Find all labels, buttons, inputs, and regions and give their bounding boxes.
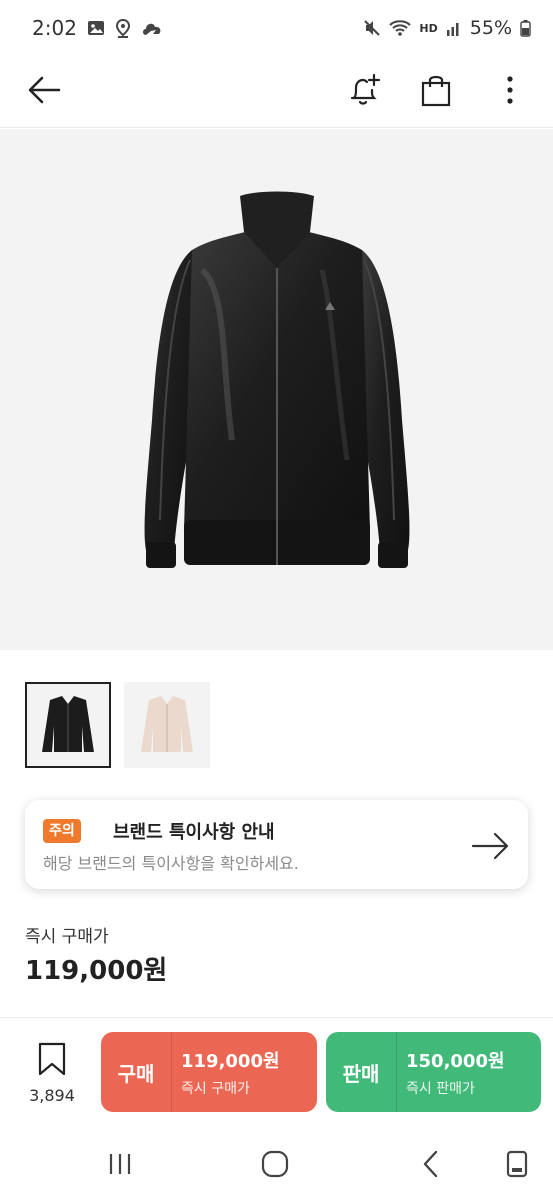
sell-button[interactable]: 판매 150,000원 즉시 판매가 <box>326 1032 541 1112</box>
system-nav-bar <box>0 1130 553 1200</box>
cloud-icon <box>141 19 163 37</box>
product-page: 2:02 HD 55% 주의 브랜드 특이사항 안내 해당 브랜드의 특이사항을… <box>0 0 553 1200</box>
jacket-image <box>144 191 409 568</box>
sell-amount: 150,000원 <box>406 1050 505 1072</box>
battery-percent: 55% <box>469 17 512 39</box>
thumbnail-beige-jacket[interactable] <box>124 682 210 768</box>
recents-icon[interactable] <box>98 1144 142 1184</box>
buy-amount: 119,000원 <box>181 1050 280 1072</box>
shopping-bag-icon[interactable] <box>414 68 458 112</box>
sell-kind: 판매 <box>326 1032 397 1112</box>
wifi-icon <box>389 19 412 37</box>
more-vert-icon[interactable] <box>490 68 530 112</box>
product-image[interactable] <box>0 129 553 650</box>
buy-sub: 즉시 구매가 <box>181 1080 250 1097</box>
mute-icon <box>363 19 381 37</box>
battery-icon <box>520 19 531 37</box>
signal-icon <box>446 19 462 37</box>
back-arrow-icon[interactable] <box>24 70 64 110</box>
wish-button[interactable]: 3,894 <box>22 1042 82 1105</box>
brand-notice-card[interactable]: 주의 브랜드 특이사항 안내 해당 브랜드의 특이사항을 확인하세요. <box>25 800 528 889</box>
app-bar <box>0 56 553 128</box>
notice-title: 브랜드 특이사항 안내 <box>113 822 275 843</box>
buy-button[interactable]: 구매 119,000원 즉시 구매가 <box>101 1032 317 1112</box>
buy-kind: 구매 <box>101 1032 172 1112</box>
hd-voice-label: HD <box>419 21 438 35</box>
back-icon[interactable] <box>409 1144 453 1184</box>
bookmark-icon <box>38 1042 66 1076</box>
status-bar: 2:02 HD 55% <box>0 0 553 56</box>
gallery-icon <box>87 19 105 37</box>
bell-add-icon[interactable] <box>342 68 386 112</box>
location-icon <box>115 18 131 38</box>
notice-badge: 주의 <box>43 819 81 843</box>
price-label: 즉시 구매가 <box>25 927 109 947</box>
divider <box>0 1017 553 1018</box>
thumbnail-black-jacket[interactable] <box>25 682 111 768</box>
home-icon[interactable] <box>253 1144 297 1184</box>
sell-sub: 즉시 판매가 <box>406 1080 475 1097</box>
price-value: 119,000원 <box>25 956 168 986</box>
wish-count: 3,894 <box>29 1086 75 1105</box>
thumbnail-list <box>25 682 210 768</box>
rotate-icon[interactable] <box>495 1144 539 1184</box>
status-time: 2:02 <box>32 16 77 40</box>
arrow-right-icon[interactable] <box>469 826 513 866</box>
notice-desc: 해당 브랜드의 특이사항을 확인하세요. <box>43 854 299 873</box>
